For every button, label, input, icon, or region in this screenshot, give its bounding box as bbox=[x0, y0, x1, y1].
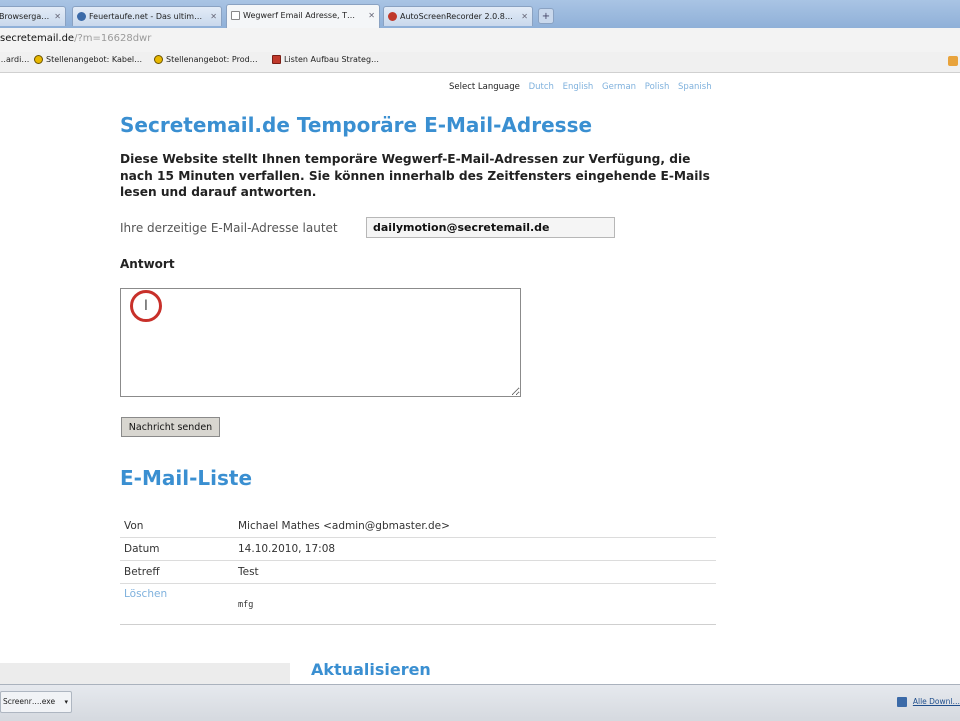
row-key: Datum bbox=[120, 537, 234, 561]
tab-close-icon[interactable]: ✕ bbox=[210, 7, 217, 26]
language-link-dutch[interactable]: Dutch bbox=[529, 82, 554, 92]
send-message-button[interactable]: Nachricht senden bbox=[121, 417, 220, 437]
row-value: 14.10.2010, 17:08 bbox=[234, 537, 716, 561]
new-tab-button[interactable]: + bbox=[538, 8, 554, 24]
email-table: Von Michael Mathes <admin@gbmaster.de> D… bbox=[120, 515, 716, 625]
bookmark-item[interactable]: …ardi… bbox=[0, 55, 29, 64]
row-value: Michael Mathes <admin@gbmaster.de> bbox=[234, 515, 716, 538]
row-value: Test bbox=[234, 560, 716, 584]
chevron-down-icon[interactable]: ▾ bbox=[64, 692, 68, 712]
reply-textarea[interactable] bbox=[120, 288, 521, 397]
refresh-link[interactable]: Aktualisieren bbox=[311, 660, 431, 679]
tab-close-icon[interactable]: ✕ bbox=[368, 5, 375, 27]
download-icon bbox=[896, 697, 907, 707]
browser-tab-active[interactable]: Wegwerf Email Adresse, T… ✕ bbox=[226, 4, 380, 28]
bookmark-icon bbox=[154, 55, 163, 64]
bookmark-icon bbox=[34, 55, 43, 64]
bookmark-item[interactable]: Stellenangebot: Prod… bbox=[154, 55, 258, 64]
delete-link[interactable]: Löschen bbox=[124, 588, 167, 600]
bookmark-item[interactable]: Listen Aufbau Strateg… bbox=[272, 55, 379, 64]
tab-bar: Browserga… ✕ Feuertaufe.net - Das ultim…… bbox=[0, 0, 960, 29]
row-key: Betreff bbox=[120, 560, 234, 584]
bookmarks-bar: …ardi… Stellenangebot: Kabel… Stellenang… bbox=[0, 52, 960, 73]
table-row: Datum 14.10.2010, 17:08 bbox=[120, 537, 716, 561]
download-bar: Screenr….exe ▾ Alle Downl… bbox=[0, 684, 960, 721]
language-selector: Select Language Dutch English German Pol… bbox=[449, 82, 712, 92]
reply-label: Antwort bbox=[120, 257, 175, 271]
table-row: Betreff Test bbox=[120, 560, 716, 584]
page-title: Secretemail.de Temporäre E-Mail-Adresse bbox=[120, 113, 593, 137]
url-text[interactable]: secretemail.de/?m=16628dwr bbox=[0, 33, 151, 44]
divider bbox=[0, 663, 290, 685]
email-body: mfg bbox=[238, 600, 254, 610]
show-all-downloads-link[interactable]: Alle Downl… bbox=[896, 697, 960, 707]
page-icon bbox=[231, 11, 240, 20]
table-row: Von Michael Mathes <admin@gbmaster.de> bbox=[120, 515, 716, 538]
language-link-german[interactable]: German bbox=[602, 82, 636, 92]
download-item[interactable]: Screenr….exe ▾ bbox=[0, 691, 72, 713]
email-address-field[interactable]: dailymotion@secretemail.de bbox=[366, 217, 615, 238]
address-bar[interactable]: secretemail.de/?m=16628dwr bbox=[0, 28, 960, 53]
tab-close-icon[interactable]: ✕ bbox=[54, 7, 61, 26]
row-key: Von bbox=[120, 515, 234, 538]
language-link-spanish[interactable]: Spanish bbox=[678, 82, 712, 92]
rss-icon[interactable] bbox=[948, 56, 958, 66]
browser-tab[interactable]: Feuertaufe.net - Das ultim… ✕ bbox=[72, 6, 222, 26]
language-link-english[interactable]: English bbox=[563, 82, 594, 92]
bookmark-icon bbox=[272, 55, 281, 64]
globe-icon bbox=[77, 12, 86, 21]
intro-text: Diese Website stellt Ihnen temporäre Weg… bbox=[120, 152, 710, 199]
browser-tab[interactable]: Browserga… ✕ bbox=[0, 6, 66, 26]
table-row: Löschen mfg bbox=[120, 583, 716, 625]
address-label: Ihre derzeitige E-Mail-Adresse lautet bbox=[120, 221, 338, 235]
browser-tab[interactable]: AutoScreenRecorder 2.0.8… ✕ bbox=[383, 6, 533, 26]
language-link-polish[interactable]: Polish bbox=[645, 82, 670, 92]
tab-close-icon[interactable]: ✕ bbox=[521, 7, 528, 26]
bookmark-item[interactable]: Stellenangebot: Kabel… bbox=[34, 55, 142, 64]
recorder-icon bbox=[388, 12, 397, 21]
email-list-title: E-Mail-Liste bbox=[120, 466, 253, 490]
